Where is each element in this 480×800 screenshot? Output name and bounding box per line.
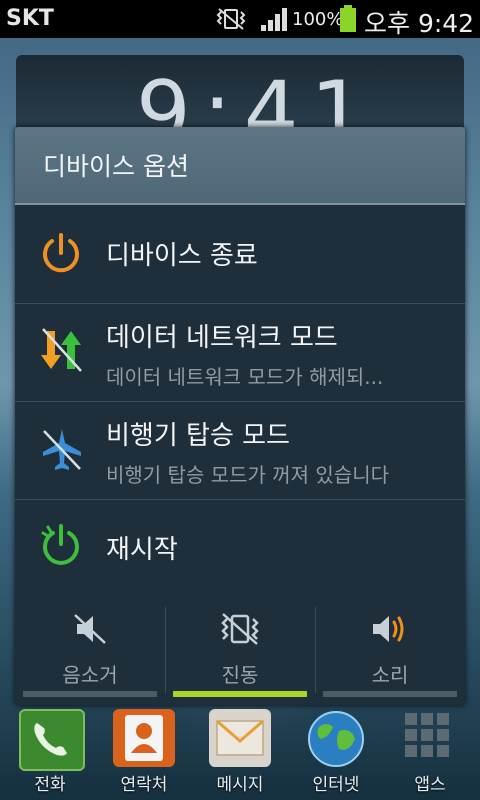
menu-item-title: 비행기 탑승 모드 [106, 421, 290, 451]
menu-item-subtitle: 비행기 탑승 모드가 꺼져 있습니다 [106, 463, 390, 487]
app-dock: 전화 연락처 메시지 인터넷 앱스 [0, 705, 480, 800]
dialog-title: 디바이스 옵션 [43, 152, 189, 181]
dock-app-label: 연락처 [120, 775, 168, 795]
menu-item-power-off[interactable]: 디바이스 종료 [15, 205, 465, 304]
vibrate-status-icon [214, 7, 248, 35]
airplane-icon [39, 425, 85, 477]
menu-item-restart[interactable]: 재시작 [15, 499, 465, 597]
menu-item-airplane-mode[interactable]: 비행기 탑승 모드 비행기 탑승 모드가 꺼져 있습니다 [15, 401, 465, 500]
dock-app-contacts[interactable]: 연락처 [96, 705, 192, 800]
menu-item-subtitle: 데이터 네트워크 모드가 해제되... [106, 365, 384, 389]
battery-icon [339, 5, 357, 37]
power-icon [39, 232, 83, 280]
menu-item-data-network[interactable]: 데이터 네트워크 모드 데이터 네트워크 모드가 해제되... [15, 303, 465, 402]
messages-app-icon [209, 709, 271, 767]
device-options-dialog: 디바이스 옵션 디바이스 종료 데이터 네트워크 모드 데이터 네트워크 모드가… [15, 127, 465, 705]
mode-indicator-active [173, 691, 307, 697]
status-clock: 오후 9:42 [364, 9, 475, 38]
sound-mode-sound-button[interactable]: 소리 [315, 597, 465, 705]
sound-mode-label: 소리 [371, 663, 409, 687]
contacts-app-icon [113, 709, 175, 767]
phone-app-icon [19, 709, 85, 771]
dock-app-label: 전화 [34, 775, 66, 795]
dock-app-label: 메시지 [216, 775, 264, 795]
mode-indicator [323, 691, 457, 697]
dock-app-label: 앱스 [414, 775, 446, 795]
mode-indicator [23, 691, 157, 697]
sound-mode-vibrate-button[interactable]: 진동 [165, 597, 315, 705]
data-network-off-icon [39, 325, 85, 379]
apps-grid-icon [399, 709, 461, 767]
signal-icon [260, 6, 290, 36]
menu-item-title: 재시작 [106, 535, 178, 565]
status-bar: SKT 100% 오후 9:42 [0, 0, 480, 38]
restart-icon [39, 523, 83, 573]
carrier-label: SKT [6, 6, 54, 31]
sound-icon [369, 611, 411, 651]
vibrate-icon [217, 611, 263, 651]
dock-app-label: 인터넷 [312, 775, 360, 795]
dock-app-phone[interactable]: 전화 [2, 705, 98, 800]
menu-item-title: 디바이스 종료 [106, 241, 258, 271]
sound-mode-label: 음소거 [62, 663, 118, 687]
dock-app-internet[interactable]: 인터넷 [288, 705, 384, 800]
dock-app-messages[interactable]: 메시지 [192, 705, 288, 800]
dialog-header: 디바이스 옵션 [15, 127, 465, 203]
dock-app-apps[interactable]: 앱스 [382, 705, 478, 800]
sound-mode-bar: 음소거 진동 소리 [15, 597, 465, 705]
mute-icon [71, 611, 111, 651]
battery-percent: 100% [292, 9, 344, 30]
menu-item-title: 데이터 네트워크 모드 [106, 323, 338, 353]
sound-mode-label: 진동 [221, 663, 259, 687]
sound-mode-mute-button[interactable]: 음소거 [15, 597, 165, 705]
internet-app-icon [305, 709, 367, 767]
